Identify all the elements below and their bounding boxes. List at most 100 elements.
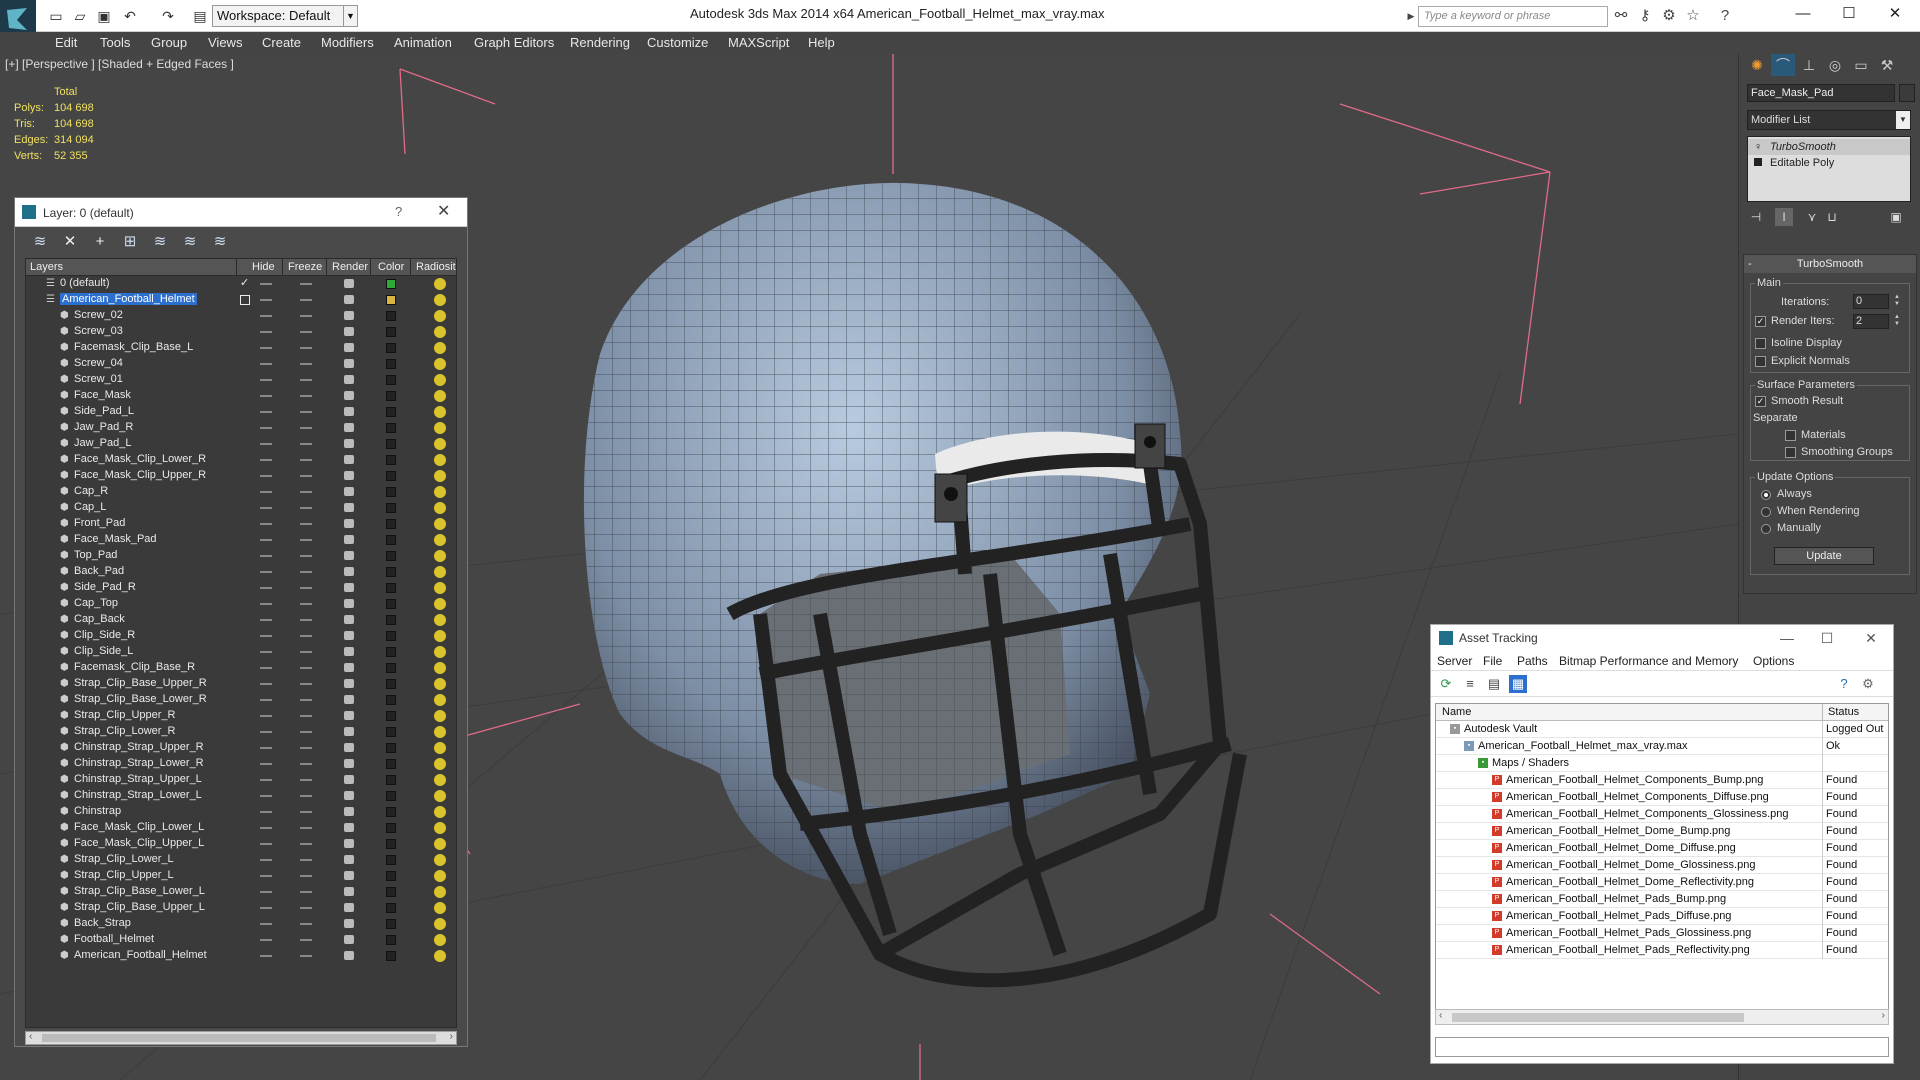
layer-name[interactable]: Strap_Clip_Upper_R (74, 709, 176, 721)
subscription-icon[interactable]: ⚙ (1660, 7, 1678, 25)
hide-toggle[interactable] (260, 651, 272, 653)
freeze-toggle[interactable] (300, 491, 312, 493)
render-toggle-icon[interactable] (344, 519, 354, 528)
freeze-toggle[interactable] (300, 651, 312, 653)
radiosity-icon[interactable] (434, 374, 446, 386)
render-toggle-icon[interactable] (344, 503, 354, 512)
layer-row[interactable]: ⬢ Jaw_Pad_R (26, 420, 456, 436)
radiosity-icon[interactable] (434, 486, 446, 498)
minimize-icon[interactable]: — (1780, 2, 1826, 26)
radiosity-icon[interactable] (434, 422, 446, 434)
layer-name[interactable]: Cap_L (74, 501, 106, 513)
layer-color-swatch[interactable] (386, 615, 396, 625)
layer-row[interactable]: ⬢ Chinstrap_Strap_Upper_R (26, 740, 456, 756)
layer-color-swatch[interactable] (386, 407, 396, 417)
layer-color-swatch[interactable] (386, 839, 396, 849)
freeze-toggle[interactable] (300, 427, 312, 429)
render-toggle-icon[interactable] (344, 823, 354, 832)
render-toggle-icon[interactable] (344, 375, 354, 384)
hide-toggle[interactable] (260, 347, 272, 349)
render-toggle-icon[interactable] (344, 455, 354, 464)
search-input[interactable]: Type a keyword or phrase (1418, 6, 1608, 27)
remove-modifier-icon[interactable]: ⊔ (1823, 208, 1841, 226)
layer-color-swatch[interactable] (386, 455, 396, 465)
layer-name[interactable]: American_Football_Helmet (74, 949, 207, 961)
layer-row[interactable]: ⬢ Face_Mask_Clip_Lower_L (26, 820, 456, 836)
layer-name[interactable]: Football_Helmet (74, 933, 154, 945)
layer-color-swatch[interactable] (386, 375, 396, 385)
layer-color-swatch[interactable] (386, 439, 396, 449)
freeze-toggle[interactable] (300, 411, 312, 413)
radiosity-icon[interactable] (434, 438, 446, 450)
layer-name[interactable]: Jaw_Pad_L (74, 437, 132, 449)
radiosity-icon[interactable] (434, 406, 446, 418)
layer-row[interactable]: ⬢ Screw_04 (26, 356, 456, 372)
menu-bitmap-performance[interactable]: Bitmap Performance and Memory (1559, 654, 1738, 668)
render-toggle-icon[interactable] (344, 391, 354, 400)
hide-toggle[interactable] (260, 427, 272, 429)
render-toggle-icon[interactable] (344, 711, 354, 720)
hide-toggle[interactable] (260, 907, 272, 909)
layer-color-swatch[interactable] (386, 935, 396, 945)
freeze-toggle[interactable] (300, 379, 312, 381)
menu-rendering[interactable]: Rendering (570, 35, 630, 50)
freeze-toggle[interactable] (300, 667, 312, 669)
layer-name[interactable]: Cap_R (74, 485, 108, 497)
key-icon[interactable]: ⚷ (1636, 7, 1654, 25)
layer-color-swatch[interactable] (386, 583, 396, 593)
layer-name[interactable]: Chinstrap_Strap_Upper_L (74, 773, 202, 785)
layer-row[interactable]: ⬢ Cap_R (26, 484, 456, 500)
freeze-toggle[interactable] (300, 347, 312, 349)
hide-toggle[interactable] (260, 507, 272, 509)
layer-color-swatch[interactable] (386, 759, 396, 769)
hide-toggle[interactable] (260, 763, 272, 765)
render-toggle-icon[interactable] (344, 679, 354, 688)
layer-row[interactable]: ☰ 0 (default) ✓ (26, 276, 456, 292)
asset-row[interactable]: P American_Football_Helmet_Pads_Bump.png F… (1436, 891, 1888, 908)
menu-options[interactable]: Options (1753, 654, 1794, 668)
layer-row[interactable]: ⬢ Strap_Clip_Base_Lower_R (26, 692, 456, 708)
hide-toggle[interactable] (260, 331, 272, 333)
rollout-header[interactable]: - TurboSmooth (1744, 255, 1916, 273)
layer-row[interactable]: ⬢ Back_Strap (26, 916, 456, 932)
render-toggle-icon[interactable] (344, 295, 354, 304)
make-unique-icon[interactable]: ⋎ (1803, 208, 1821, 226)
layer-row[interactable]: ⬢ Facemask_Clip_Base_L (26, 340, 456, 356)
radiosity-icon[interactable] (434, 902, 446, 914)
radiosity-icon[interactable] (434, 854, 446, 866)
scroll-thumb[interactable] (42, 1034, 436, 1042)
radiosity-icon[interactable] (434, 790, 446, 802)
layer-row[interactable]: ⬢ Front_Pad (26, 516, 456, 532)
scroll-right-icon[interactable]: › (450, 1031, 453, 1042)
layer-name[interactable]: Back_Strap (74, 917, 131, 929)
asset-row[interactable]: P American_Football_Helmet_Components_Glo… (1436, 806, 1888, 823)
menu-create[interactable]: Create (262, 35, 301, 50)
asset-path-field[interactable] (1435, 1037, 1889, 1057)
freeze-toggle[interactable] (300, 795, 312, 797)
layer-row[interactable]: ⬢ Football_Helmet (26, 932, 456, 948)
render-toggle-icon[interactable] (344, 807, 354, 816)
layer-row[interactable]: ⬢ Screw_01 (26, 372, 456, 388)
layer-row[interactable]: ⬢ Strap_Clip_Upper_R (26, 708, 456, 724)
lightbulb-icon[interactable]: ♀ (1754, 139, 1762, 155)
radiosity-icon[interactable] (434, 310, 446, 322)
layer-row[interactable]: ⬢ Strap_Clip_Upper_L (26, 868, 456, 884)
radiosity-icon[interactable] (434, 662, 446, 674)
radiosity-icon[interactable] (434, 694, 446, 706)
favorites-star-icon[interactable]: ☆ (1684, 7, 1702, 25)
freeze-toggle[interactable] (300, 715, 312, 717)
layer-row[interactable]: ⬢ Top_Pad (26, 548, 456, 564)
layer-name[interactable]: 0 (default) (60, 277, 110, 289)
hide-toggle[interactable] (260, 587, 272, 589)
radiosity-icon[interactable] (434, 550, 446, 562)
layer-color-swatch[interactable] (386, 711, 396, 721)
motion-tab-icon[interactable]: ◎ (1823, 54, 1847, 76)
layer-color-swatch[interactable] (386, 327, 396, 337)
radiosity-icon[interactable] (434, 950, 446, 962)
render-toggle-icon[interactable] (344, 695, 354, 704)
layer-row[interactable]: ⬢ Chinstrap_Strap_Lower_R (26, 756, 456, 772)
select-objects-icon[interactable]: ⊞ (121, 233, 139, 251)
layer-row[interactable]: ⬢ Face_Mask (26, 388, 456, 404)
layer-name[interactable]: Screw_01 (74, 373, 123, 385)
layer-color-swatch[interactable] (386, 391, 396, 401)
